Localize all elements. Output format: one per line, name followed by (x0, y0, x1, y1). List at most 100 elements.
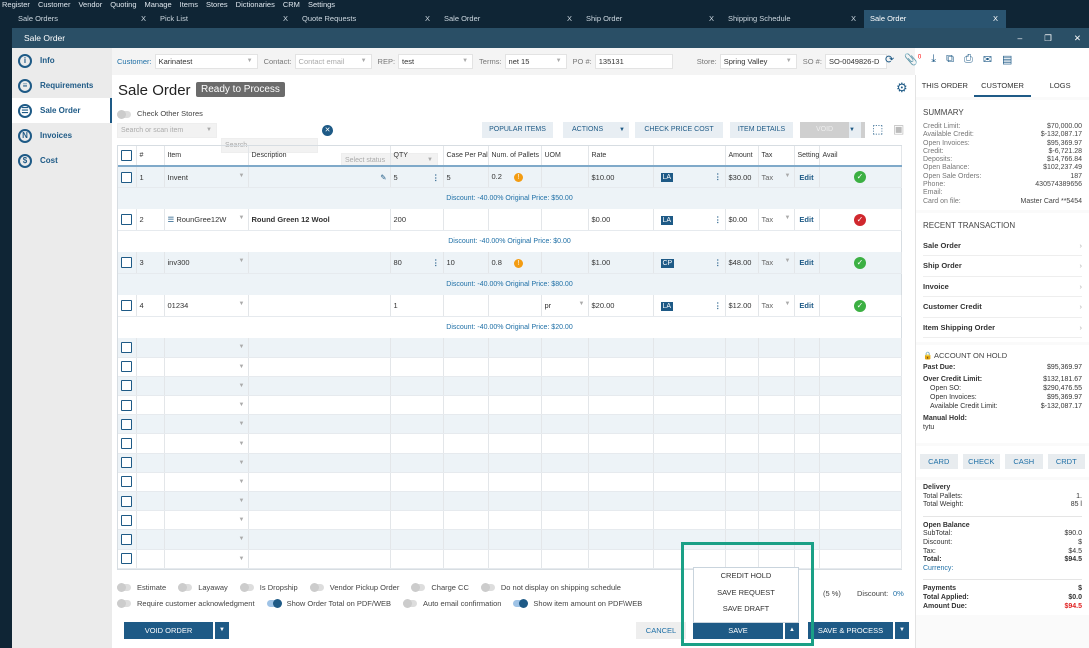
row-checkbox[interactable] (121, 438, 132, 450)
contact-select[interactable]: Contact email ▼ (294, 54, 372, 69)
price-code-badge[interactable]: LA (660, 173, 674, 182)
attachment-icon[interactable]: 📎0 (904, 53, 921, 66)
menu-customer[interactable]: Customer (38, 0, 71, 10)
recent-customer-credit[interactable]: Customer Credit › (923, 297, 1082, 318)
empty-row[interactable]: ▼ (118, 338, 902, 358)
crdt-button[interactable]: CRDT (1047, 454, 1085, 470)
empty-row[interactable]: ▼ (118, 472, 902, 493)
popular-items-button[interactable]: POPULAR ITEMS (482, 122, 553, 138)
menu-register[interactable]: Register (2, 0, 30, 10)
tab-sale-order[interactable]: Sale Order X (864, 10, 1006, 28)
edit-link[interactable]: Edit (799, 301, 813, 310)
close-icon[interactable]: ✕ (1074, 28, 1081, 48)
chevron-down-icon[interactable]: ▼ (239, 383, 245, 389)
expand-icon[interactable]: ⬚ (872, 122, 883, 136)
chevron-down-icon[interactable]: ▼ (239, 556, 245, 562)
toggle-switch[interactable] (178, 583, 193, 593)
table-row[interactable]: 2 ☰ RounGree12W ▼ Round Green 12 Wool 200 $0.… (118, 209, 902, 231)
toggle-switch[interactable] (309, 583, 324, 593)
download-icon[interactable]: ⤓ (931, 53, 936, 66)
minimize-icon[interactable]: – (1018, 28, 1023, 48)
void-button[interactable]: VOID ▼ (800, 122, 865, 138)
option-estimate[interactable]: Estimate (117, 583, 166, 593)
toggle-switch[interactable] (117, 583, 131, 593)
chevron-down-icon[interactable]: ▼ (239, 479, 245, 485)
more-icon[interactable]: ⋮ (714, 258, 722, 267)
sidebar-item-cost[interactable]: $ Cost (12, 148, 112, 173)
card-button[interactable]: CARD (920, 454, 958, 470)
row-checkbox[interactable] (121, 171, 132, 183)
menu-item-save-draft[interactable]: SAVE DRAFT (694, 601, 798, 618)
save-process-button[interactable]: SAVE & PROCESS (808, 622, 893, 639)
qty-value[interactable]: 5 (394, 173, 398, 182)
qty-value[interactable]: 1 (394, 301, 398, 310)
refresh-icon[interactable]: ⟳ (885, 53, 894, 66)
price-code-badge[interactable]: CP (660, 258, 675, 268)
toggle-switch[interactable] (117, 109, 131, 119)
more-icon[interactable]: ⋮ (432, 173, 440, 182)
row-checkbox[interactable] (121, 418, 132, 430)
tab-sale-orders[interactable]: Sale Orders X (12, 10, 154, 28)
copy-icon[interactable]: ⧉ (946, 53, 954, 66)
toggle-switch[interactable] (480, 583, 495, 593)
sidebar-item-invoices[interactable]: N Invoices (12, 123, 112, 148)
tab-quote-requests[interactable]: Quote Requests X (296, 10, 438, 28)
print-icon[interactable]: ⎙ (964, 53, 973, 66)
row-checkbox[interactable] (121, 476, 132, 488)
sidebar-item-requirements[interactable]: ≡ Requirements (12, 73, 112, 98)
menu-stores[interactable]: Stores (206, 0, 228, 10)
more-icon[interactable]: ⋮ (714, 215, 722, 224)
item-value[interactable]: RounGree12W (176, 215, 226, 224)
empty-row[interactable]: ▼ (118, 491, 902, 512)
menu-settings[interactable]: Settings (308, 0, 335, 10)
row-checkbox[interactable] (121, 457, 132, 469)
option-charge-cc[interactable]: Charge CC (411, 583, 469, 593)
menu-crm[interactable]: CRM (283, 0, 300, 10)
clear-search-icon[interactable]: ✕ (322, 125, 333, 136)
right-tab-customer[interactable]: CUSTOMER (973, 75, 1032, 97)
chevron-down-icon[interactable]: ▼ (239, 536, 245, 542)
chevron-down-icon[interactable]: ▼ (239, 517, 245, 523)
row-checkbox[interactable] (121, 257, 132, 268)
chevron-down-icon[interactable]: ▼ (239, 498, 245, 504)
terms-select[interactable]: net 15 ▼ (504, 54, 567, 69)
toggle-switch[interactable] (266, 599, 282, 609)
row-checkbox[interactable] (121, 341, 132, 353)
empty-row[interactable]: ▼ (118, 414, 902, 435)
right-tab-this-order[interactable]: THIS ORDER (916, 75, 974, 97)
chevron-down-icon[interactable]: ▼ (785, 258, 791, 264)
select-all-checkbox[interactable] (118, 146, 137, 167)
document-icon[interactable]: ▤ (1002, 53, 1012, 66)
tax-value[interactable]: Tax (762, 215, 774, 224)
tax-value[interactable]: Tax (762, 258, 774, 267)
chevron-down-icon[interactable]: ▼ (239, 364, 245, 370)
option-vendor-pickup-order[interactable]: Vendor Pickup Order (309, 583, 399, 593)
chevron-down-icon[interactable]: ▼ (785, 215, 791, 221)
option-auto-email-confirmation[interactable]: Auto email confirmation (403, 599, 501, 609)
toggle-switch[interactable] (117, 599, 131, 609)
menu-dictionaries[interactable]: Dictionaries (236, 0, 275, 10)
option-is-dropship[interactable]: Is Dropship (239, 583, 298, 593)
row-checkbox[interactable] (121, 533, 132, 545)
collapse-icon[interactable]: ▣ (893, 122, 904, 136)
row-checkbox[interactable] (121, 380, 132, 392)
cancel-button[interactable]: CANCEL (636, 622, 686, 639)
chevron-down-icon[interactable]: ▼ (239, 258, 245, 264)
actions-button[interactable]: ACTIONS ▼ (563, 122, 629, 138)
gear-icon[interactable]: ⚙ (896, 80, 908, 96)
discount-value[interactable]: 0% (893, 589, 904, 598)
chevron-down-icon[interactable]: ▼ (239, 402, 245, 408)
po-input[interactable]: 135131 (594, 54, 673, 69)
table-row[interactable]: 3 inv300 ▼ 80 ⋮ 10 0.8! $1.00 CP ⋮ $48.00 Tax ▼ Edit ✓… (118, 252, 902, 274)
close-tab-icon[interactable]: X (141, 10, 146, 28)
row-checkbox[interactable] (121, 514, 132, 526)
chevron-down-icon[interactable]: ▼ (239, 173, 245, 179)
tab-ship-order[interactable]: Ship Order X (580, 10, 722, 28)
menu-items[interactable]: Items (180, 0, 198, 10)
option-layaway[interactable]: Layaway (178, 583, 228, 593)
edit-link[interactable]: Edit (799, 215, 813, 224)
item-value[interactable]: Invent (168, 173, 188, 182)
menu-item-credit-hold[interactable]: CREDIT HOLD (694, 568, 798, 585)
currency-link[interactable]: Currency: (923, 565, 953, 574)
right-tab-logs[interactable]: LOGS (1031, 75, 1089, 97)
